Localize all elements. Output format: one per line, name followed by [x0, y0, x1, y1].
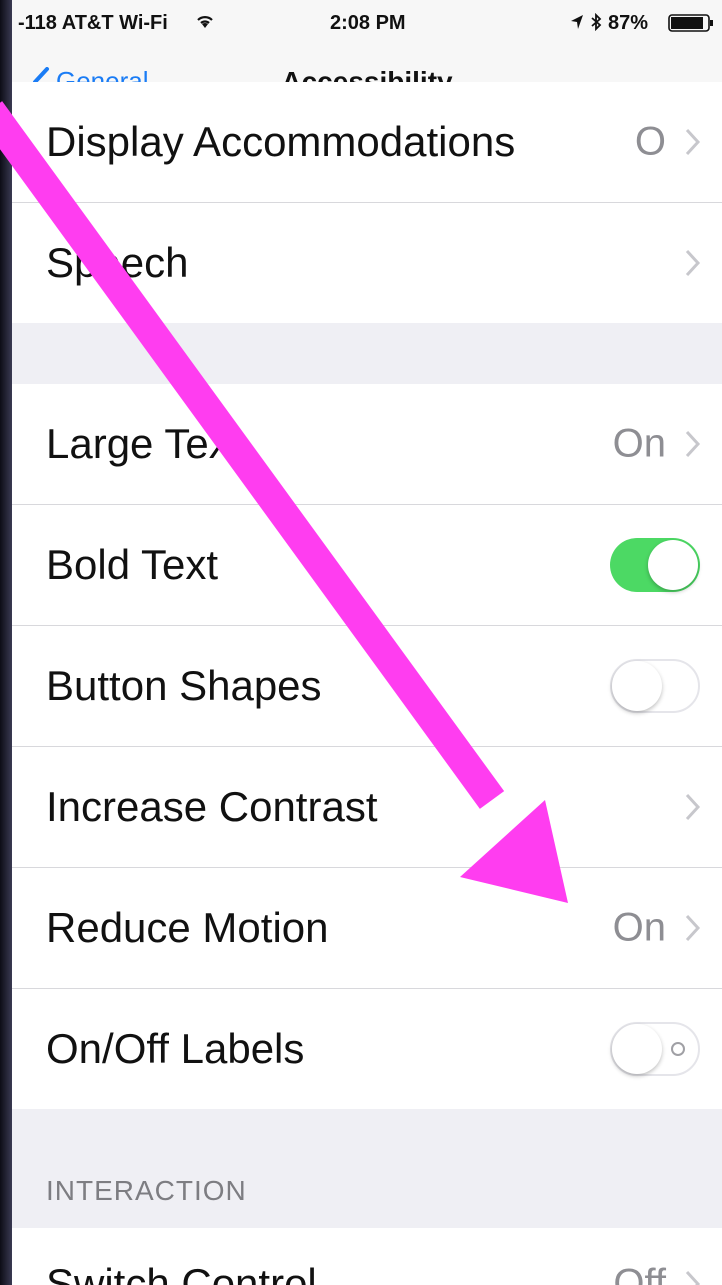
screen: -118 AT&T Wi-Fi 2:08 PM 87% General Acce… [12, 0, 722, 1285]
wifi-icon [197, 16, 213, 28]
row-switch-control[interactable]: Switch Control Off [12, 1228, 722, 1285]
settings-group-vision: Large Text On Bold Text Button Shapes In… [12, 384, 722, 1109]
chevron-right-icon [685, 128, 701, 156]
row-on-off-labels: On/Off Labels [12, 989, 722, 1109]
row-speech[interactable]: Speech [12, 203, 722, 323]
chevron-right-icon [685, 1270, 701, 1285]
row-value: O [634, 119, 666, 164]
settings-group-interaction: Switch Control Off [12, 1228, 722, 1285]
section-header-interaction: INTERACTION [46, 1175, 247, 1206]
row-display-accommodations[interactable]: Display Accommodations O [12, 82, 722, 203]
row-label: Reduce Motion [46, 904, 329, 951]
row-label: Button Shapes [46, 662, 322, 709]
on-off-labels-toggle[interactable] [610, 1022, 700, 1076]
settings-group-top: Display Accommodations O Speech [12, 82, 722, 323]
location-icon [571, 15, 583, 29]
chevron-right-icon [685, 249, 701, 277]
row-label: Speech [46, 239, 189, 286]
row-label: Bold Text [46, 541, 218, 588]
row-increase-contrast[interactable]: Increase Contrast [12, 747, 722, 868]
row-label: Increase Contrast [46, 783, 378, 830]
row-bold-text: Bold Text [12, 505, 722, 626]
chevron-right-icon [685, 793, 701, 821]
chevron-right-icon [685, 914, 701, 942]
chevron-right-icon [685, 430, 701, 458]
row-label: On/Off Labels [46, 1025, 305, 1072]
device-edge [0, 0, 12, 1285]
status-bar: -118 AT&T Wi-Fi 2:08 PM 87% [12, 0, 722, 44]
row-large-text[interactable]: Large Text On [12, 384, 722, 505]
bold-text-toggle[interactable] [610, 538, 700, 592]
toggle-knob [612, 1024, 662, 1074]
off-indicator-icon [671, 1042, 685, 1056]
row-label: Display Accommodations [46, 118, 516, 165]
toggle-knob [612, 661, 662, 711]
battery-percent: 87% [608, 12, 649, 34]
row-label: Large Text [46, 420, 242, 467]
row-button-shapes: Button Shapes [12, 626, 722, 747]
row-value: On [612, 421, 666, 466]
battery-icon [668, 14, 713, 32]
toggle-knob [648, 540, 698, 590]
clock-text: 2:08 PM [330, 12, 406, 34]
row-value: Off [613, 1261, 666, 1285]
bluetooth-icon [591, 13, 602, 31]
row-value: On [612, 905, 666, 950]
carrier-text: -118 AT&T Wi-Fi [18, 12, 168, 34]
row-label: Switch Control [46, 1260, 317, 1285]
button-shapes-toggle[interactable] [610, 659, 700, 713]
row-reduce-motion[interactable]: Reduce Motion On [12, 868, 722, 989]
